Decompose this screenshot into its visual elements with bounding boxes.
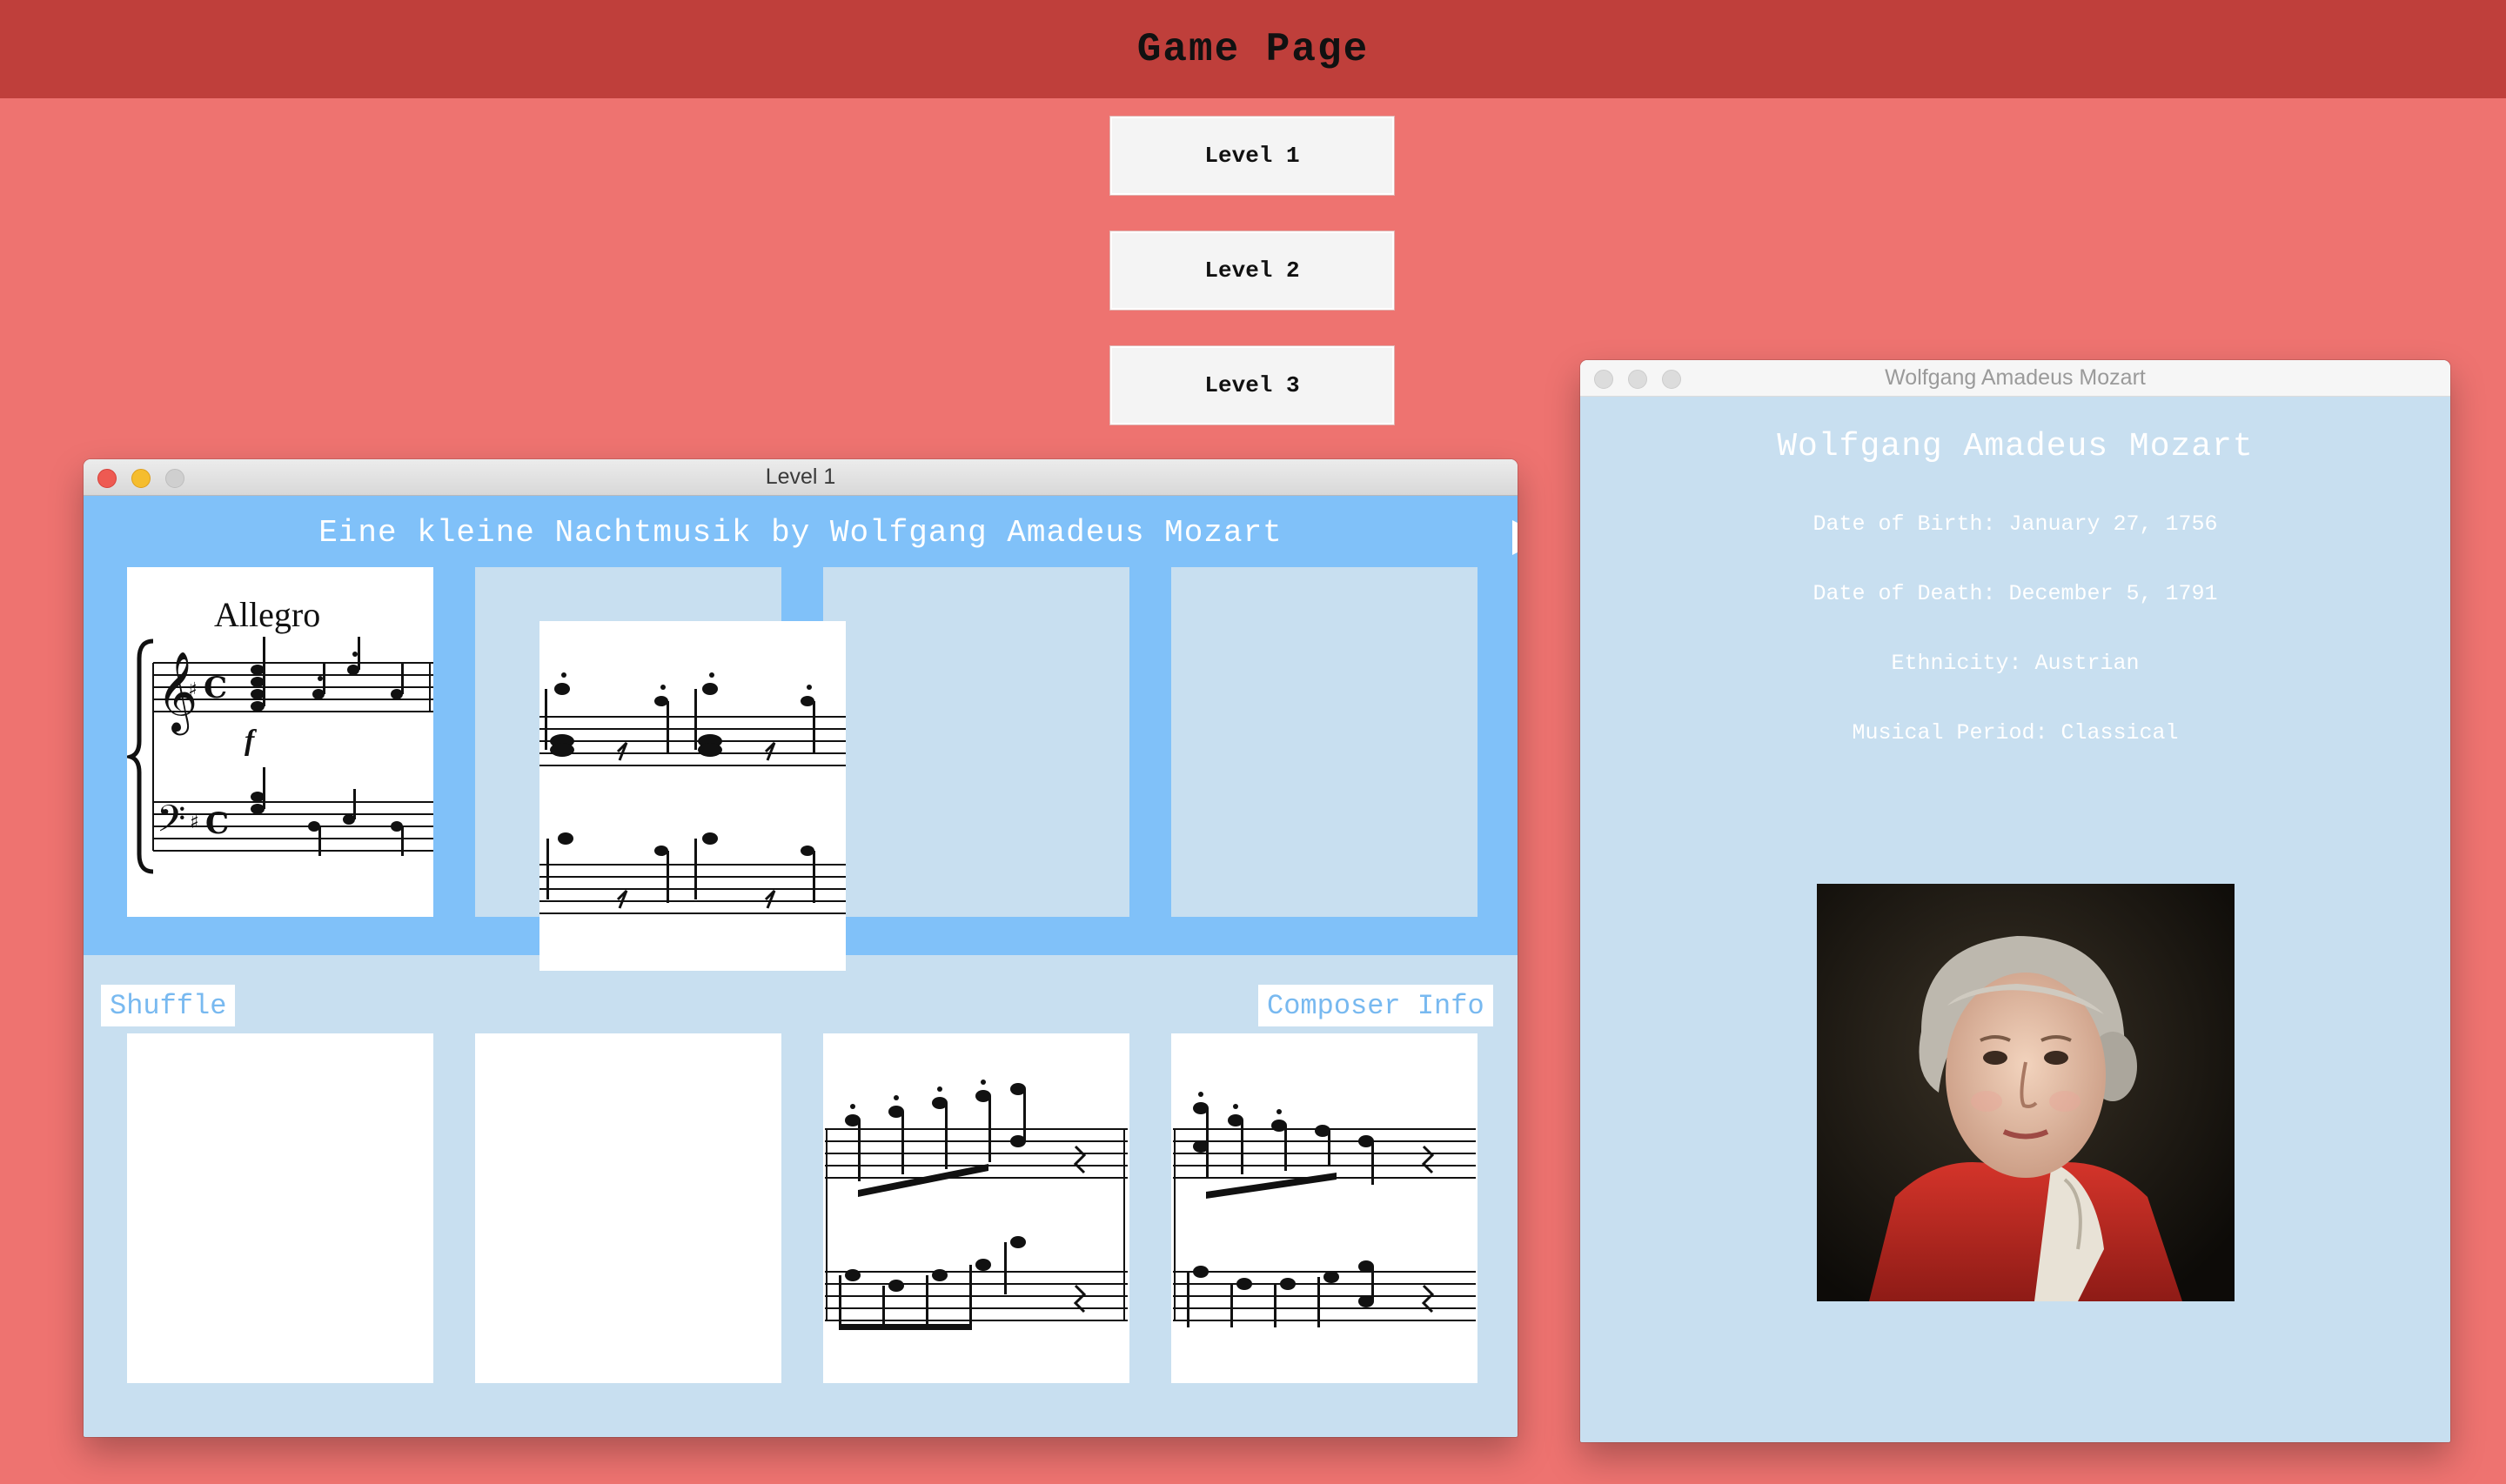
composer-info-button[interactable]: Composer Info [1258, 985, 1493, 1026]
composer-info-window: Wolfgang Amadeus Mozart Wolfgang Amadeus… [1580, 360, 2450, 1442]
music-tile-dragged[interactable] [539, 621, 846, 971]
music-tile-opening[interactable]: Allegro 𝄞 ♯ C f 𝄢 ♯ C [127, 567, 433, 917]
svg-text:𝄢: 𝄢 [157, 798, 185, 850]
level-window-titlebar[interactable]: Level 1 [84, 459, 1518, 496]
composer-death: Date of Death: December 5, 1791 [1812, 581, 2218, 606]
composer-ethnicity: Ethnicity: Austrian [1891, 651, 2140, 676]
music-tile[interactable] [823, 1033, 1129, 1383]
level-3-button[interactable]: Level 3 [1110, 346, 1394, 424]
answer-slot[interactable] [823, 567, 1129, 917]
minimize-window-button[interactable] [1628, 370, 1647, 389]
level-1-button[interactable]: Level 1 [1110, 117, 1394, 195]
maximize-window-button[interactable] [1662, 370, 1681, 389]
minimize-window-button[interactable] [131, 469, 151, 488]
dynamic-marking: f [245, 725, 258, 757]
svg-text:C: C [205, 806, 229, 841]
tile-bank-slot[interactable] [475, 1033, 781, 1383]
composer-portrait [1817, 884, 2235, 1301]
composer-window-title: Wolfgang Amadeus Mozart [1885, 365, 2146, 390]
tempo-marking: Allegro [214, 595, 320, 634]
level-window-title: Level 1 [765, 465, 836, 489]
shuffle-button[interactable]: Shuffle [101, 985, 236, 1026]
svg-text:C: C [204, 671, 227, 705]
maximize-window-button[interactable] [165, 469, 184, 488]
close-window-button[interactable] [97, 469, 117, 488]
tile-bank-slot[interactable] [127, 1033, 433, 1383]
svg-text:♯: ♯ [188, 679, 198, 701]
composer-window-titlebar[interactable]: Wolfgang Amadeus Mozart [1580, 360, 2450, 397]
page-title: Game Page [1136, 26, 1370, 72]
svg-text:♯: ♯ [190, 812, 199, 833]
answer-slot[interactable] [1171, 567, 1477, 917]
song-title: Eine kleine Nachtmusik by Wolfgang Amade… [318, 515, 1283, 551]
play-icon[interactable] [1511, 518, 1518, 557]
music-tile[interactable] [1171, 1033, 1477, 1383]
page-header: Game Page [0, 0, 2506, 98]
composer-name: Wolfgang Amadeus Mozart [1777, 428, 2254, 465]
close-window-button[interactable] [1594, 370, 1613, 389]
composer-birth: Date of Birth: January 27, 1756 [1812, 511, 2218, 537]
level-window: Level 1 Eine kleine Nachtmusik by Wolfga… [84, 459, 1518, 1437]
composer-period: Musical Period: Classical [1852, 720, 2179, 745]
level-2-button[interactable]: Level 2 [1110, 231, 1394, 310]
